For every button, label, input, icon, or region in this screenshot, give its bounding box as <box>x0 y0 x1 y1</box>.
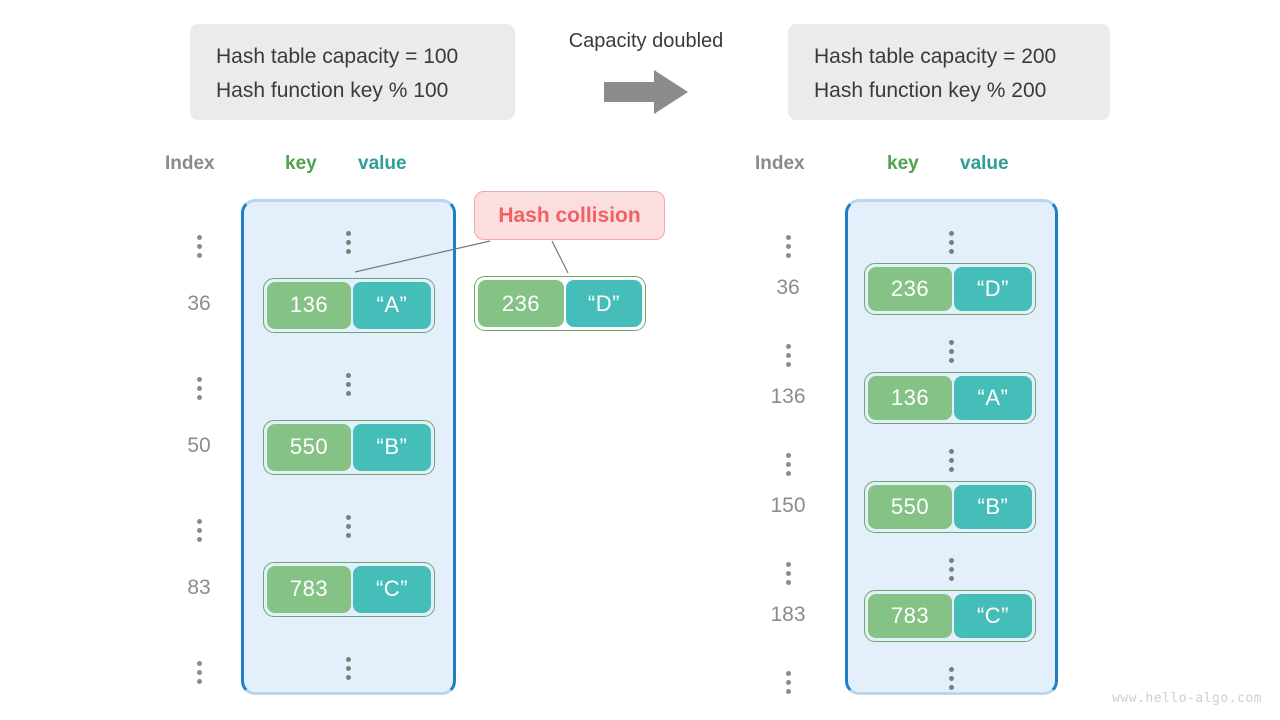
index-ellipsis <box>168 649 230 684</box>
pair-value-cell: “B” <box>353 424 431 471</box>
header-value-right: value <box>960 153 1009 175</box>
capacity-info-box-before: Hash table capacity = 100 Hash function … <box>190 24 515 120</box>
hash-collision-callout: Hash collision <box>474 191 665 240</box>
bucket-ellipsis <box>241 649 456 680</box>
key-value-pair[interactable]: 236“D” <box>864 263 1036 315</box>
column-headers-left: Index key value <box>165 153 455 177</box>
key-value-pair[interactable]: 783“C” <box>263 562 435 617</box>
index-column-left: 36 50 83 <box>168 199 230 695</box>
bucket-ellipsis <box>241 507 456 538</box>
key-value-pair[interactable]: 550“B” <box>864 481 1036 533</box>
index-label: 36 <box>168 293 230 314</box>
pair-key-cell: 236 <box>478 280 564 327</box>
pair-value-cell: “C” <box>954 594 1032 638</box>
ellipsis-icon <box>949 231 954 254</box>
pair-key-cell: 136 <box>868 376 952 420</box>
ellipsis-icon <box>786 344 791 367</box>
ellipsis-icon <box>786 453 791 476</box>
bucket-ellipsis <box>845 332 1058 363</box>
pair-value-cell: “A” <box>954 376 1032 420</box>
ellipsis-icon <box>197 377 202 400</box>
header-key-right: key <box>887 153 919 175</box>
pair-value-cell: “D” <box>954 267 1032 311</box>
ellipsis-icon <box>197 519 202 542</box>
pair-key-cell: 783 <box>267 566 351 613</box>
index-label: 36 <box>748 277 828 298</box>
ellipsis-icon <box>197 235 202 258</box>
bucket-ellipsis <box>241 223 456 254</box>
arrow-right-icon <box>548 68 744 116</box>
bucket-ellipsis <box>241 365 456 396</box>
index-ellipsis <box>748 223 828 258</box>
capacity-info-box-after: Hash table capacity = 200 Hash function … <box>788 24 1110 120</box>
bucket-ellipsis <box>845 550 1058 581</box>
pair-key-cell: 550 <box>868 485 952 529</box>
key-value-pair[interactable]: 136“A” <box>864 372 1036 424</box>
capacity-line-before: Hash table capacity = 100 <box>216 40 489 74</box>
capacity-doubled-transition: Capacity doubled <box>548 28 744 116</box>
key-value-pair[interactable]: 136“A” <box>263 278 435 333</box>
index-label: 136 <box>748 386 828 407</box>
site-watermark: www.hello-algo.com <box>1112 691 1262 706</box>
index-label: 183 <box>748 604 828 625</box>
ellipsis-icon <box>949 558 954 581</box>
index-ellipsis <box>748 550 828 585</box>
pair-key-cell: 236 <box>868 267 952 311</box>
pair-key-cell: 783 <box>868 594 952 638</box>
header-value-left: value <box>358 153 407 175</box>
ellipsis-icon <box>786 235 791 258</box>
index-ellipsis <box>168 223 230 258</box>
ellipsis-icon <box>346 515 351 538</box>
bucket-ellipsis <box>845 223 1058 254</box>
hash-function-line-before: Hash function key % 100 <box>216 74 489 108</box>
pair-value-cell: “B” <box>954 485 1032 529</box>
ellipsis-icon <box>786 562 791 585</box>
ellipsis-icon <box>197 661 202 684</box>
index-label: 50 <box>168 435 230 456</box>
key-value-pair[interactable]: 783“C” <box>864 590 1036 642</box>
index-ellipsis <box>748 332 828 367</box>
hash-function-line-after: Hash function key % 200 <box>814 74 1084 108</box>
index-label: 150 <box>748 495 828 516</box>
index-ellipsis <box>748 659 828 694</box>
index-ellipsis <box>168 365 230 400</box>
header-key-left: key <box>285 153 317 175</box>
index-ellipsis <box>748 441 828 476</box>
capacity-doubled-label: Capacity doubled <box>548 28 744 54</box>
column-headers-right: Index key value <box>755 153 1055 177</box>
pair-value-cell: “A” <box>353 282 431 329</box>
ellipsis-icon <box>346 657 351 680</box>
header-index-right: Index <box>755 153 805 175</box>
bucket-ellipsis <box>845 659 1058 690</box>
ellipsis-icon <box>346 373 351 396</box>
colliding-key-value-pair[interactable]: 236 “D” <box>474 276 646 331</box>
diagram-canvas: Hash table capacity = 100 Hash function … <box>0 0 1280 720</box>
ellipsis-icon <box>786 671 791 694</box>
index-column-right: 36 136 150 183 <box>748 199 828 695</box>
ellipsis-icon <box>949 340 954 363</box>
ellipsis-icon <box>949 449 954 472</box>
key-value-pair[interactable]: 550“B” <box>263 420 435 475</box>
pair-key-cell: 550 <box>267 424 351 471</box>
header-index-left: Index <box>165 153 215 175</box>
pair-value-cell: “D” <box>566 280 642 327</box>
pair-value-cell: “C” <box>353 566 431 613</box>
ellipsis-icon <box>949 667 954 690</box>
ellipsis-icon <box>346 231 351 254</box>
pair-key-cell: 136 <box>267 282 351 329</box>
hash-collision-label: Hash collision <box>498 204 640 228</box>
bucket-ellipsis <box>845 441 1058 472</box>
index-label: 83 <box>168 577 230 598</box>
index-ellipsis <box>168 507 230 542</box>
capacity-line-after: Hash table capacity = 200 <box>814 40 1084 74</box>
